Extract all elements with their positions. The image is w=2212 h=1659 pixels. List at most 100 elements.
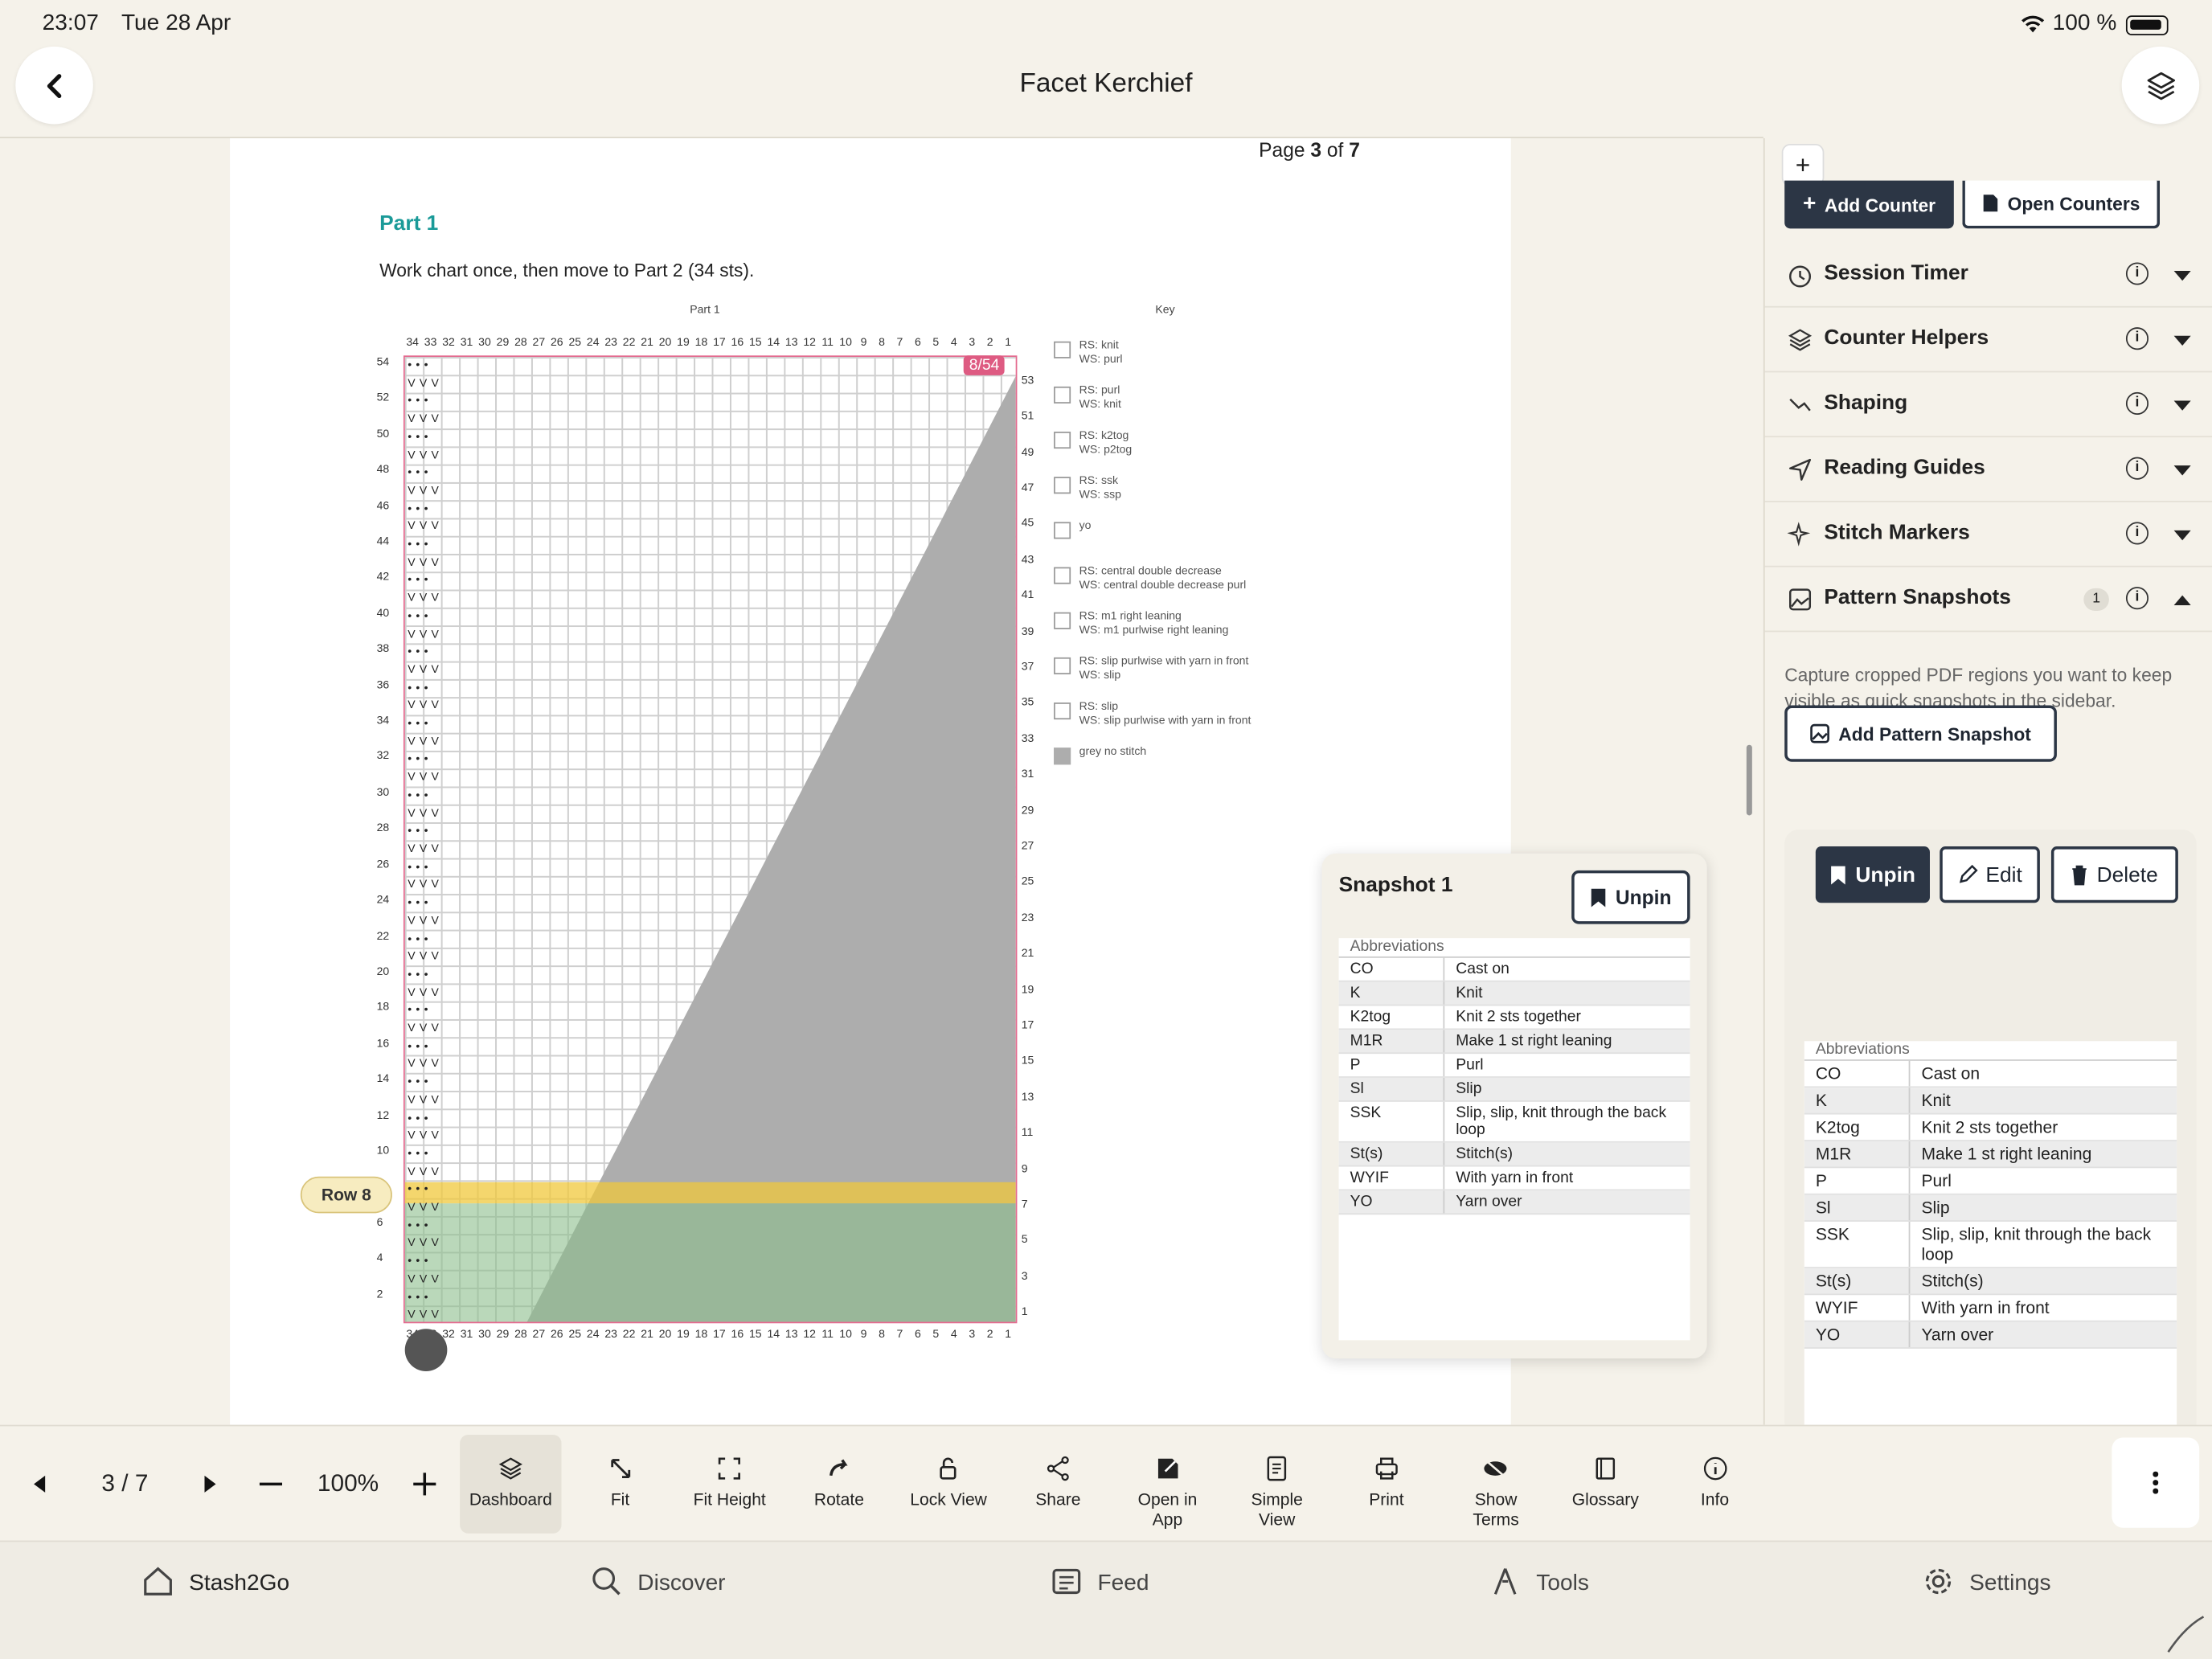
- knitting-chart[interactable]: ••• VVV ••• VVV ••• VVV ••• VVV ••• VVV …: [403, 355, 1018, 1324]
- row-number: 52: [376, 391, 390, 404]
- section-title: Part 1: [379, 211, 439, 236]
- toolbar-info-button[interactable]: Info: [1664, 1435, 1765, 1534]
- drag-handle[interactable]: [404, 1329, 448, 1371]
- chevron-down-icon[interactable]: [2173, 400, 2191, 411]
- back-button[interactable]: [15, 46, 93, 125]
- key-item: RS: purl WS: knit: [1054, 383, 1293, 423]
- info-icon[interactable]: i: [2125, 391, 2149, 415]
- chevron-down-icon[interactable]: [2173, 270, 2191, 281]
- pencil-icon: [1959, 864, 1977, 883]
- snapshot-window[interactable]: Snapshot 1 Unpin Abbreviations CO Cast on…: [1321, 853, 1707, 1359]
- tools-icon: [1489, 1564, 1522, 1605]
- table-row: St(s) Stitch(s): [1804, 1268, 2177, 1296]
- zoom-in-button[interactable]: [413, 1473, 436, 1496]
- key-ws-text: WS: knit: [1079, 397, 1121, 411]
- abbr-cell: M1R: [1804, 1141, 1911, 1167]
- chevron-down-icon[interactable]: [2173, 465, 2191, 476]
- info-icon[interactable]: i: [2125, 457, 2149, 480]
- key-rs-text: RS: ssk: [1079, 473, 1119, 487]
- abbr-cell: St(s): [1804, 1268, 1911, 1294]
- tab-settings[interactable]: Settings: [1921, 1567, 2051, 1601]
- toolbar-show-terms-button[interactable]: Show Terms: [1445, 1435, 1546, 1534]
- more-options-button[interactable]: [2112, 1437, 2200, 1528]
- sparkle-icon: [1787, 522, 1813, 547]
- sidebar-section-pattern-snapshots[interactable]: Pattern Snapshots 1 i: [1764, 567, 2212, 633]
- toolbar-fit-button[interactable]: Fit: [569, 1435, 670, 1534]
- sidebar-resize-handle[interactable]: [1746, 744, 1752, 816]
- abbr-cell: M1R: [1339, 1030, 1445, 1053]
- abbr-cell: P: [1804, 1168, 1911, 1194]
- meaning-cell: Slip: [1921, 1198, 1950, 1218]
- row-pill[interactable]: Row 8: [300, 1176, 392, 1214]
- column-number: 2: [986, 1327, 993, 1341]
- column-number: 19: [677, 335, 690, 349]
- abbr-cell: Sl: [1804, 1194, 1911, 1221]
- toolbar-open-in-app-button[interactable]: Open in App: [1116, 1435, 1218, 1534]
- sidebar-section-session-timer[interactable]: Session Timer i: [1764, 243, 2212, 308]
- info-icon[interactable]: i: [2125, 522, 2149, 545]
- chevron-up-icon[interactable]: [2173, 595, 2191, 605]
- chevron-down-icon[interactable]: [2173, 530, 2191, 541]
- key-symbol: [1054, 432, 1071, 449]
- toolbar-rotate-button[interactable]: Rotate: [789, 1435, 890, 1534]
- add-counter-button[interactable]: + Add Counter: [1784, 180, 1954, 229]
- layers-button[interactable]: [2121, 46, 2200, 125]
- snapshot-unpin-button[interactable]: Unpin: [1571, 870, 1690, 924]
- next-page-button[interactable]: [202, 1474, 219, 1494]
- key-ws-text: WS: central double decrease purl: [1079, 578, 1247, 592]
- row-number: 40: [376, 606, 390, 620]
- zoom-out-button[interactable]: [259, 1482, 283, 1486]
- toolbar-dashboard-button[interactable]: Dashboard: [460, 1434, 562, 1534]
- fit-arrows-icon: [606, 1455, 634, 1490]
- row-number: 19: [1021, 982, 1034, 996]
- column-number: 27: [532, 1327, 546, 1341]
- row-number: 17: [1021, 1018, 1034, 1032]
- tab-stash2go[interactable]: Stash2Go: [141, 1566, 289, 1601]
- toolbar-simple-view-button[interactable]: Simple View: [1227, 1435, 1328, 1534]
- row-number: 33: [1021, 731, 1034, 745]
- abbreviations-table: Abbreviations CO Cast on K Knit K2tog Knit 2 …: [1338, 938, 1690, 1341]
- tab-tools[interactable]: Tools: [1489, 1567, 1589, 1601]
- sidebar-section-counter-helpers[interactable]: Counter Helpers i: [1764, 308, 2212, 373]
- row-number: 20: [376, 965, 390, 978]
- toolbar-lock-view-button[interactable]: Lock View: [898, 1435, 999, 1534]
- info-icon[interactable]: i: [2125, 327, 2149, 350]
- sidebar-section-shaping[interactable]: Shaping i: [1764, 372, 2212, 438]
- current-row-highlight: [404, 1182, 1016, 1204]
- layers-icon: [2146, 71, 2175, 100]
- card-edit-button[interactable]: Edit: [1940, 846, 2040, 903]
- row-number: 31: [1021, 768, 1034, 780]
- row-number: 27: [1021, 839, 1034, 853]
- column-number: 23: [604, 1327, 617, 1341]
- open-counters-button[interactable]: Open Counters: [1962, 180, 2161, 229]
- column-number: 13: [784, 1327, 798, 1341]
- toolbar-glossary-button[interactable]: Glossary: [1555, 1435, 1656, 1534]
- sidebar-section-stitch-markers[interactable]: Stitch Markers i: [1764, 502, 2212, 567]
- section-label: Reading Guides: [1824, 455, 1985, 480]
- toolbar-print-button[interactable]: Print: [1336, 1435, 1437, 1534]
- card-unpin-button[interactable]: Unpin: [1815, 846, 1930, 903]
- lock-icon: [935, 1455, 963, 1490]
- table-row: Sl Slip: [1338, 1077, 1690, 1102]
- toolbar-fit-height-button[interactable]: Fit Height: [679, 1435, 780, 1534]
- row-numbers-right: 53 51 49 47 45 43 41 39 37 35 33 31 29 27 25 23 21 19 17 15…: [1022, 355, 1044, 1323]
- tab-feed[interactable]: Feed: [1050, 1567, 1149, 1601]
- tab-discover[interactable]: Discover: [590, 1567, 726, 1601]
- table-row: CO Cast on: [1338, 957, 1690, 982]
- toolbar-share-button[interactable]: Share: [1007, 1435, 1108, 1534]
- table-row: YO Yarn over: [1338, 1190, 1690, 1215]
- previous-page-button[interactable]: [31, 1474, 48, 1494]
- column-number: 26: [550, 1327, 563, 1341]
- key-rs-text: RS: purl: [1079, 383, 1120, 397]
- card-delete-button[interactable]: Delete: [2050, 846, 2178, 903]
- timer-icon: [1788, 262, 1813, 288]
- add-pattern-snapshot-button[interactable]: Add Pattern Snapshot: [1784, 705, 2057, 762]
- chevron-down-icon[interactable]: [2173, 335, 2191, 346]
- column-number: 3: [969, 1327, 976, 1341]
- column-number: 19: [677, 1327, 690, 1341]
- info-icon[interactable]: i: [2125, 587, 2149, 610]
- meaning-cell: Cast on: [1456, 961, 1509, 978]
- sidebar-section-reading-guides[interactable]: Reading Guides i: [1764, 437, 2212, 502]
- abbr-cell: YO: [1339, 1190, 1445, 1214]
- info-icon[interactable]: i: [2125, 262, 2149, 285]
